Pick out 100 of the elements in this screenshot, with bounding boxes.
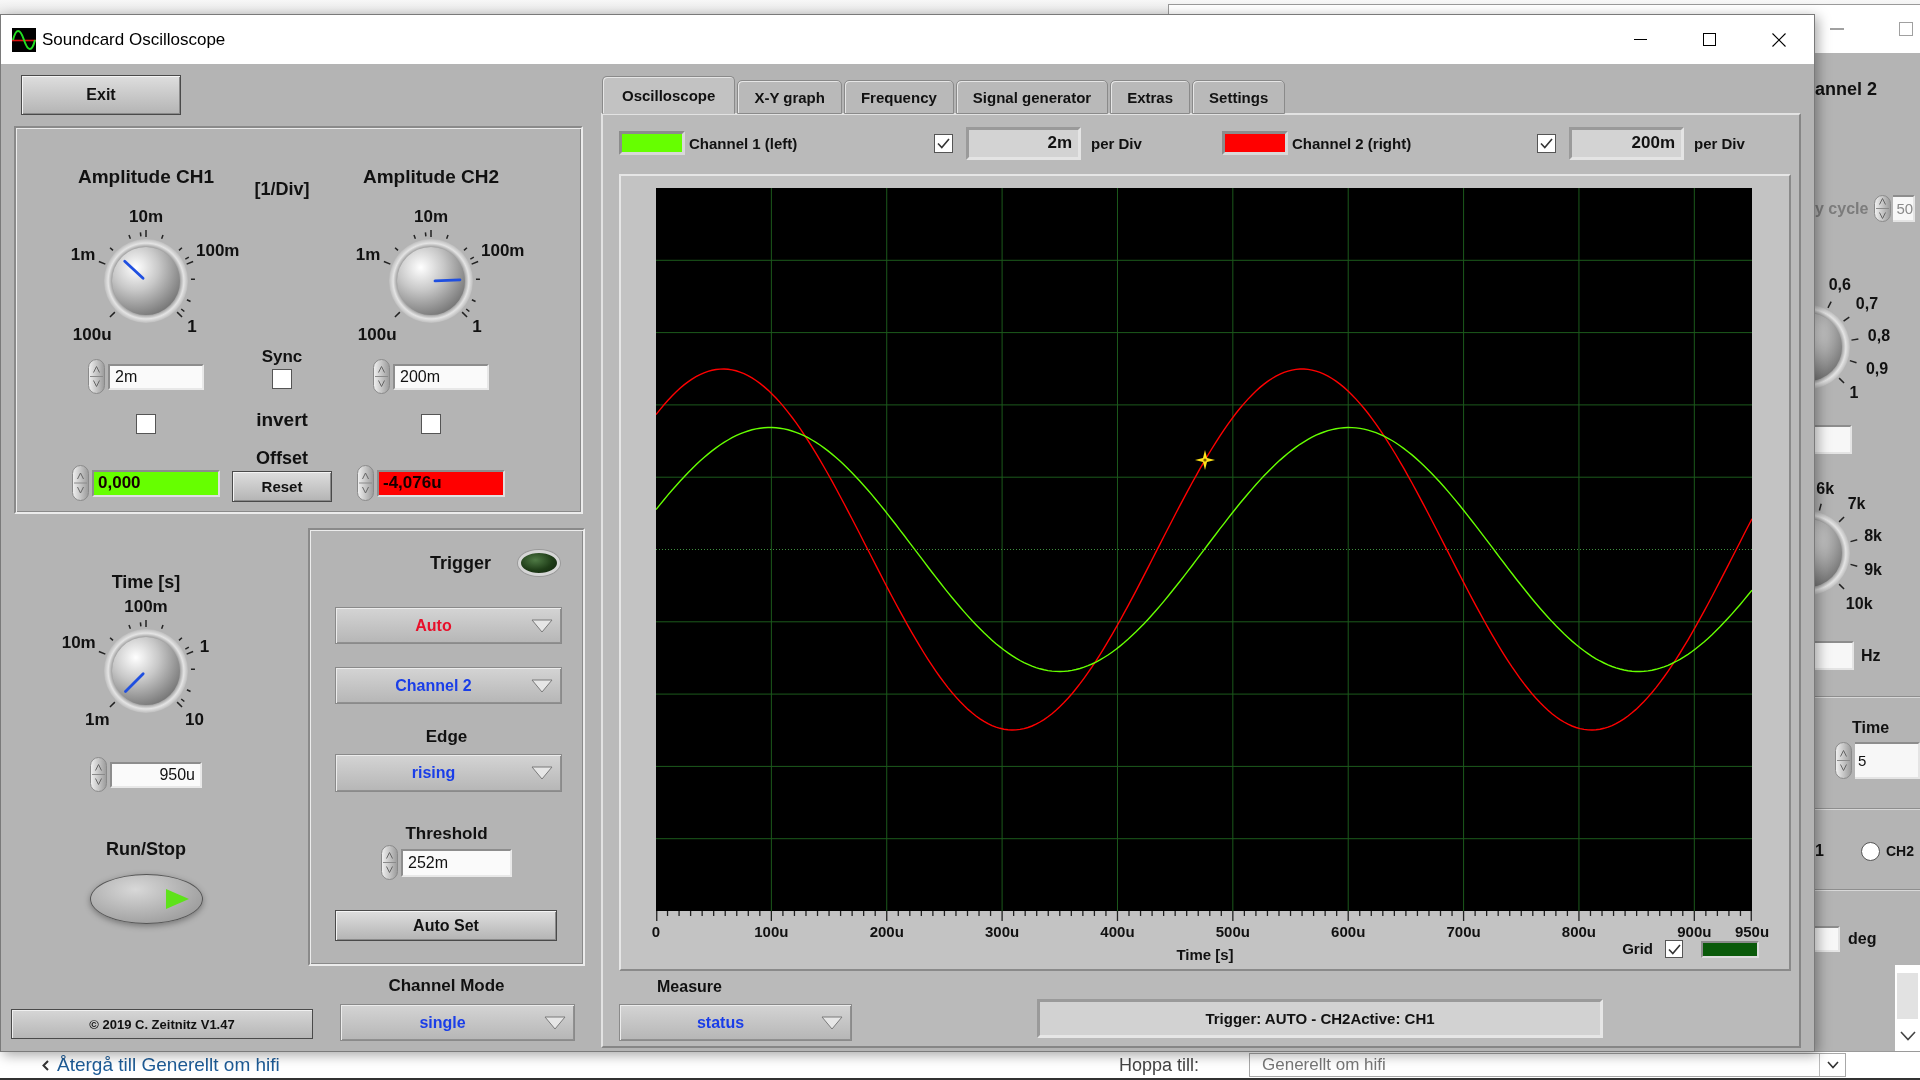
caret-icon	[544, 1015, 566, 1030]
checkmark-icon	[1540, 137, 1553, 149]
checkbox[interactable]	[272, 369, 292, 389]
maximize-icon[interactable]	[1703, 33, 1716, 46]
scale-label: 8k	[1864, 526, 1882, 545]
value-field[interactable]: 200m	[393, 363, 489, 390]
scale-label: 7k	[1847, 495, 1866, 514]
axis-label: 900u	[1677, 923, 1712, 941]
unit-label: per Div	[1090, 134, 1143, 152]
spin-button[interactable]	[357, 465, 374, 501]
close-icon[interactable]	[1772, 32, 1786, 47]
dropdown[interactable]: status	[619, 1004, 852, 1041]
axis-label: 400u	[1100, 923, 1135, 941]
scale-label: 10k	[1845, 595, 1873, 614]
scale-label: 1	[472, 317, 482, 337]
scale-field[interactable]: 2m	[966, 126, 1081, 160]
spin-button[interactable]	[90, 757, 107, 792]
exit-button[interactable]: Exit	[21, 75, 181, 115]
spin-button[interactable]	[1874, 195, 1892, 222]
scale-field[interactable]: 200m	[1569, 126, 1684, 160]
input-field[interactable]	[1815, 926, 1840, 952]
input-field[interactable]	[1815, 425, 1852, 454]
panel-heading: Trigger	[430, 552, 491, 575]
scale-label: 100m	[481, 241, 525, 262]
spin-button[interactable]	[373, 359, 390, 394]
field-label: Measure	[656, 977, 723, 997]
field-label: Sync	[261, 347, 303, 367]
caret-icon	[531, 678, 553, 693]
scrollbar[interactable]	[1895, 965, 1920, 1051]
axis-title: Time [s]	[1176, 945, 1234, 965]
caret-icon	[531, 618, 553, 633]
version-banner: © 2019 C. Zeitnitz V1.47	[11, 1009, 313, 1039]
tab[interactable]: Oscilloscope	[602, 76, 736, 114]
chevron-down-icon[interactable]	[1899, 1031, 1916, 1041]
knob[interactable]	[388, 238, 474, 324]
dropdown[interactable]: single	[340, 1004, 575, 1041]
axis-label: 500u	[1215, 923, 1250, 941]
offset-field[interactable]: -4,076u	[377, 469, 505, 497]
reset-button[interactable]: Reset	[232, 471, 332, 502]
value-field[interactable]: 950u	[110, 761, 202, 788]
checkbox[interactable]	[1537, 133, 1556, 153]
swatch-icon	[1701, 940, 1759, 958]
scale-label: 100m	[124, 597, 168, 617]
field-label: Edge	[425, 727, 468, 747]
input-field[interactable]	[1815, 641, 1854, 670]
scale-label: 10m	[414, 207, 448, 227]
offset-field[interactable]: 0,000	[92, 469, 220, 497]
star-marker-icon	[1195, 450, 1215, 470]
field-label: Run/Stop	[106, 838, 186, 861]
panel-heading: Amplitude CH2	[362, 165, 500, 189]
run-stop-button[interactable]	[89, 874, 203, 924]
scale-label: 9k	[1864, 561, 1882, 580]
axis-label: 100u	[754, 923, 789, 941]
tab[interactable]: Frequency	[843, 80, 954, 114]
radio-button[interactable]	[1860, 841, 1880, 861]
channel-label: Channel 2 (right)	[1291, 134, 1413, 152]
window-title: Soundcard Oscilloscope	[42, 29, 226, 50]
tab[interactable]: Signal generator	[955, 80, 1109, 114]
dropdown[interactable]: rising	[335, 754, 562, 792]
tab[interactable]: Settings	[1192, 80, 1286, 114]
axis-label: 0	[651, 923, 661, 941]
axis-label: 600u	[1331, 923, 1366, 941]
tab[interactable]: X-Y graph	[737, 80, 842, 114]
checkbox[interactable]	[1665, 940, 1683, 958]
scale-label: 100m	[196, 241, 240, 262]
field-label: Threshold	[405, 824, 488, 844]
dropdown[interactable]: Channel 2	[335, 667, 562, 704]
panel-heading: Time [s]	[111, 571, 181, 594]
value-field[interactable]: 2m	[108, 363, 204, 390]
scale-label: 0,8	[1867, 326, 1891, 345]
spin-button[interactable]	[381, 845, 398, 880]
value-field[interactable]: 252m	[401, 848, 512, 877]
scale-label: 0,6	[1828, 275, 1851, 294]
chevron-down-icon	[1826, 1061, 1839, 1069]
scale-label: 1	[1849, 384, 1859, 402]
checkbox[interactable]	[136, 414, 156, 434]
scale-label: 0,9	[1865, 360, 1889, 379]
auto-set-button[interactable]: Auto Set	[335, 910, 557, 941]
spin-button[interactable]	[1835, 742, 1852, 779]
back-link[interactable]: Återgå till Generellt om hifi	[42, 1054, 280, 1076]
scale-label: 1	[187, 317, 197, 337]
chevron-left-icon	[42, 1059, 49, 1071]
scale-label: 1m	[70, 244, 96, 265]
spin-button[interactable]	[88, 359, 105, 394]
tab[interactable]: Extras	[1110, 80, 1191, 114]
checkbox[interactable]	[421, 414, 441, 434]
option-label: 1	[1815, 842, 1824, 860]
jump-select[interactable]: Generellt om hifi	[1249, 1053, 1846, 1077]
scale-label: 1m	[355, 244, 381, 265]
axis-label: 300u	[985, 923, 1020, 941]
waveform-icon	[12, 27, 36, 52]
checkmark-icon	[1667, 943, 1681, 955]
scale-label: 1	[199, 636, 210, 657]
checkmark-icon	[937, 137, 950, 149]
checkbox[interactable]	[934, 133, 953, 153]
value-field[interactable]: 5	[1855, 742, 1920, 779]
spin-button[interactable]	[72, 465, 89, 501]
unit-label: deg	[1848, 930, 1877, 948]
knob[interactable]	[103, 238, 189, 324]
jump-label: Hoppa till:	[1119, 1054, 1200, 1076]
